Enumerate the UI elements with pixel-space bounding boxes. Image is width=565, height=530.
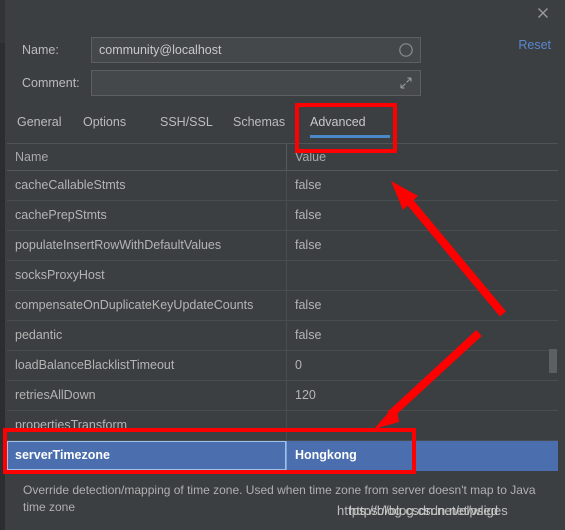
cell-value: false <box>295 328 322 342</box>
table-row[interactable]: loadBalanceBlacklistTimeout 0 <box>7 351 558 381</box>
cell-name: retriesAllDown <box>15 388 96 402</box>
name-row: Name: community@localhost <box>0 37 565 63</box>
cell-name: pedantic <box>15 328 63 342</box>
row-column-divider <box>286 381 287 410</box>
table-scrollbar[interactable] <box>548 171 558 474</box>
table-header-row: Name Value <box>7 144 558 171</box>
tab-ssh-ssl[interactable]: SSH/SSL <box>160 106 213 142</box>
name-input-value: community@localhost <box>99 43 222 57</box>
title-bar <box>5 0 565 26</box>
table-row[interactable]: cachePrepStmts false <box>7 201 558 231</box>
cell-name: cacheCallableStmts <box>15 178 126 192</box>
table-row[interactable]: populateInsertRowWithDefaultValues false <box>7 231 558 261</box>
table-row[interactable]: socksProxyHost <box>7 261 558 291</box>
row-column-divider <box>286 351 287 380</box>
cell-name: serverTimezone <box>15 448 110 462</box>
row-column-divider <box>286 171 287 200</box>
column-header-name[interactable]: Name <box>15 144 48 170</box>
tab-advanced-label: Advanced <box>310 115 366 129</box>
cell-value: false <box>295 208 322 222</box>
cell-value: false <box>295 238 322 252</box>
cell-value: 0 <box>295 358 302 372</box>
properties-table: Name Value cacheCallableStmts false cach… <box>7 143 558 473</box>
tab-schemas-label: Schemas <box>233 115 286 129</box>
table-row-selected[interactable]: serverTimezone Hongkong <box>7 441 558 471</box>
tab-general-label: General <box>17 115 62 129</box>
cell-name: propertiesTransform <box>15 418 128 432</box>
comment-input[interactable] <box>91 70 421 96</box>
row-column-divider <box>286 291 287 320</box>
table-row[interactable]: propertiesTransform <box>7 411 558 441</box>
tab-active-underline <box>310 135 390 138</box>
tab-advanced[interactable]: Advanced <box>310 106 390 142</box>
tab-schemas[interactable]: Schemas <box>233 106 285 142</box>
tab-general[interactable]: General <box>17 106 61 142</box>
table-scrollbar-thumb[interactable] <box>549 349 557 373</box>
tab-ssh-ssl-label: SSH/SSL <box>160 115 213 129</box>
row-column-divider <box>286 321 287 350</box>
watermark-text-b: https://blog.csdn.net/wliges <box>349 503 508 518</box>
property-description: Override detection/mapping of time zone.… <box>23 483 536 514</box>
cell-value: false <box>295 178 322 192</box>
table-row[interactable]: retriesAllDown 120 <box>7 381 558 411</box>
close-icon[interactable] <box>533 3 553 23</box>
cell-name: socksProxyHost <box>15 268 105 282</box>
table-row[interactable]: pedantic false <box>7 321 558 351</box>
cell-name: compensateOnDuplicateKeyUpdateCounts <box>15 298 254 312</box>
column-header-value[interactable]: Value <box>295 144 326 170</box>
row-column-divider <box>286 441 287 470</box>
table-row[interactable]: compensateOnDuplicateKeyUpdateCounts fal… <box>7 291 558 321</box>
comment-row: Comment: <box>0 70 565 96</box>
cell-name: cachePrepStmts <box>15 208 107 222</box>
cell-name: loadBalanceBlacklistTimeout <box>15 358 175 372</box>
table-row[interactable]: cacheCallableStmts false <box>7 171 558 201</box>
cell-name: populateInsertRowWithDefaultValues <box>15 238 222 252</box>
name-label: Name: <box>22 43 59 57</box>
column-divider[interactable] <box>286 144 287 170</box>
tab-options[interactable]: Options <box>83 106 126 142</box>
reset-link[interactable]: Reset <box>518 38 551 52</box>
row-column-divider <box>286 231 287 260</box>
tab-options-label: Options <box>83 115 127 129</box>
name-input[interactable]: community@localhost <box>91 37 421 63</box>
cell-value: false <box>295 298 322 312</box>
tab-bar: General Options SSH/SSL Schemas Advanced <box>5 106 565 142</box>
row-column-divider <box>286 261 287 290</box>
circle-indicator-icon[interactable] <box>398 42 414 58</box>
expand-icon[interactable] <box>398 75 414 91</box>
row-column-divider <box>286 411 287 440</box>
cell-value: Hongkong <box>295 448 357 462</box>
row-column-divider <box>286 201 287 230</box>
comment-label: Comment: <box>22 76 80 90</box>
cell-value: 120 <box>295 388 316 402</box>
connection-settings-dialog: Name: community@localhost Comment: Reset <box>0 0 565 530</box>
